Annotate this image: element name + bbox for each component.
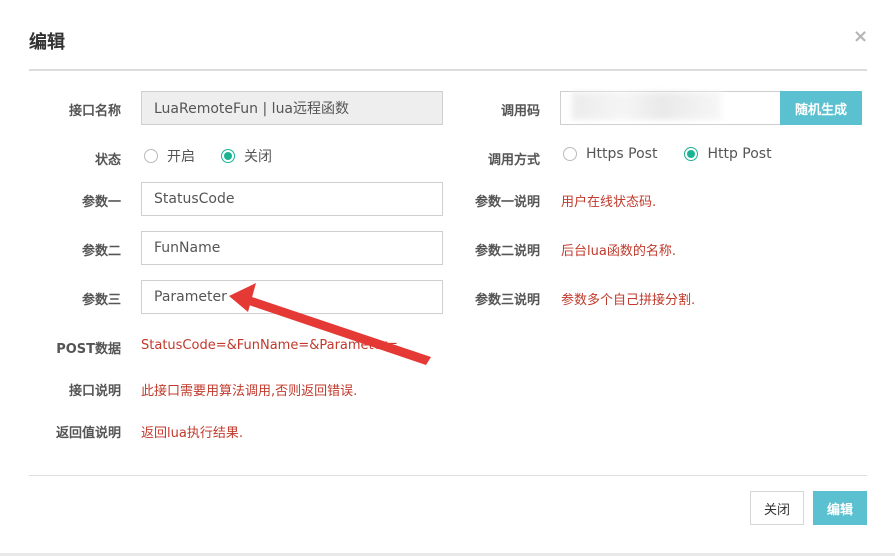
return-desc-label: 返回值说明	[55, 426, 121, 441]
param3-desc-label: 参数三说明	[474, 293, 540, 308]
param1-desc-text: 用户在线状态码.	[561, 195, 657, 210]
footer-divider	[29, 475, 867, 476]
annotation-arrow	[229, 283, 431, 365]
param3-desc-text: 参数多个自己拼接分割.	[561, 293, 696, 308]
edit-button[interactable]: 编辑	[813, 491, 867, 525]
post-data-text: StatusCode=&FunName=&Parameter=	[141, 338, 398, 353]
close-icon[interactable]: ×	[853, 26, 868, 47]
param1-desc-label: 参数一说明	[474, 195, 540, 210]
interface-desc-text: 此接口需要用算法调用,否则返回错误.	[141, 384, 358, 399]
method-radio-https[interactable]: Https Post	[563, 146, 657, 162]
post-data-label: POST数据	[56, 342, 121, 357]
interface-desc-label: 接口说明	[68, 384, 121, 399]
redacted-code	[572, 92, 722, 120]
radio-unchecked-icon[interactable]	[563, 147, 577, 161]
param2-desc-label: 参数二说明	[474, 244, 540, 259]
method-option-http-label: Http Post	[707, 146, 772, 162]
param2-desc-text: 后台lua函数的名称.	[561, 244, 676, 259]
call-method-label: 调用方式	[487, 153, 540, 168]
modal-title: 编辑	[29, 32, 65, 53]
random-generate-button[interactable]: 随机生成	[780, 91, 862, 125]
close-button[interactable]: 关闭	[750, 491, 804, 525]
header-divider	[29, 69, 867, 71]
call-code-label: 调用码	[500, 104, 540, 119]
method-option-https-label: Https Post	[586, 146, 658, 162]
return-desc-text: 返回lua执行结果.	[141, 426, 243, 441]
method-radio-http[interactable]: Http Post	[684, 146, 772, 162]
call-method-radio-group: Https Post Http Post	[563, 146, 798, 162]
radio-checked-icon[interactable]	[684, 147, 699, 161]
